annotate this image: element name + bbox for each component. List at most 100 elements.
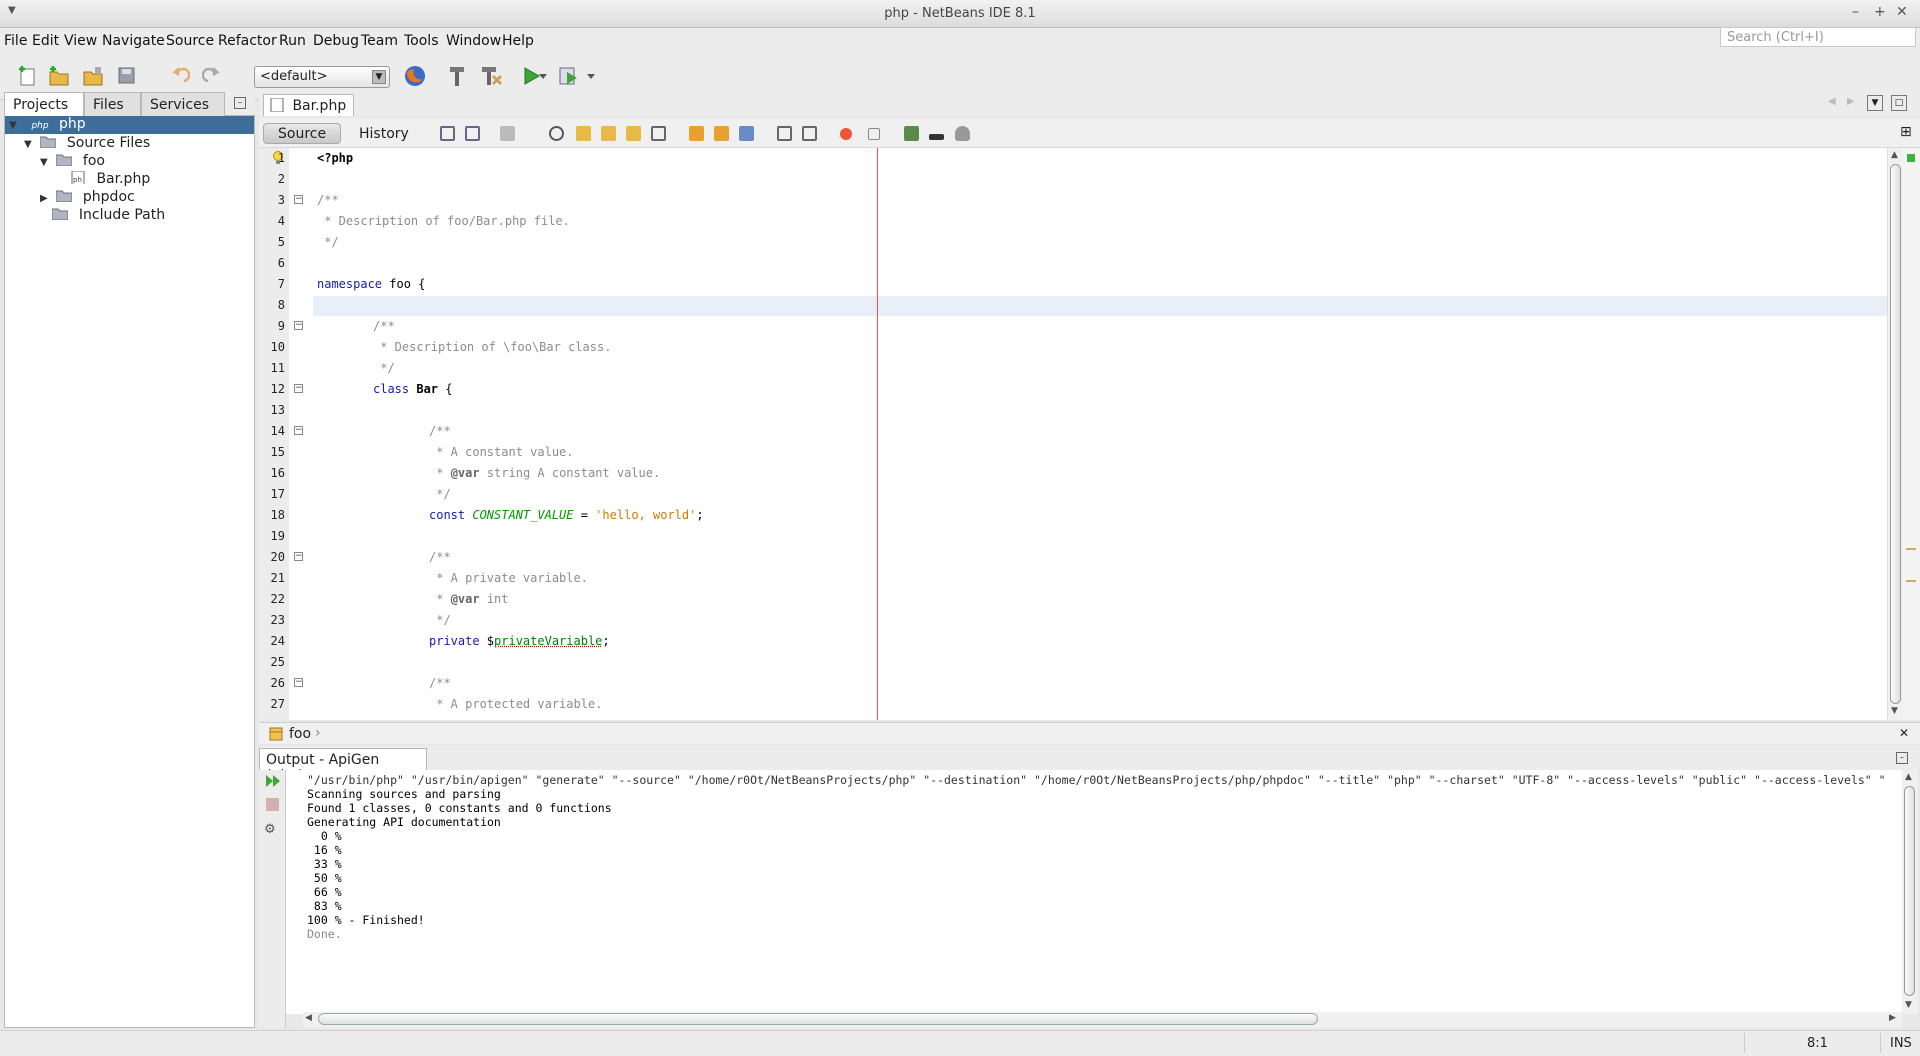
build-hammer-icon[interactable] bbox=[444, 62, 470, 90]
menu-edit[interactable]: Edit bbox=[32, 33, 59, 49]
clean-build-icon[interactable] bbox=[478, 62, 504, 90]
tree-item-bar-php[interactable]: ph Bar.php bbox=[70, 171, 150, 189]
database-icon[interactable] bbox=[955, 126, 970, 141]
minimize-panel-icon[interactable]: – bbox=[1896, 752, 1908, 764]
last-edit-icon[interactable] bbox=[440, 126, 455, 141]
stop-macro-icon[interactable] bbox=[868, 128, 880, 140]
minimize-panel-icon[interactable]: – bbox=[234, 97, 246, 109]
maximize-icon[interactable]: + bbox=[1874, 4, 1886, 20]
scroll-up-icon[interactable]: ▲ bbox=[1905, 772, 1912, 782]
comment-icon[interactable] bbox=[904, 126, 919, 141]
scroll-left-icon[interactable]: ◀ bbox=[305, 1013, 312, 1023]
collapsed-arrow-icon[interactable]: ▶ bbox=[40, 193, 52, 204]
previous-bookmark-icon[interactable] bbox=[689, 126, 704, 141]
tree-item-include-path[interactable]: Include Path bbox=[36, 207, 165, 225]
close-icon[interactable]: ✕ bbox=[1896, 4, 1908, 20]
redo-icon[interactable] bbox=[200, 62, 226, 90]
menu-source[interactable]: Source bbox=[166, 33, 214, 49]
menu-run[interactable]: Run bbox=[279, 33, 306, 49]
maximize-window-icon[interactable]: □ bbox=[1891, 95, 1907, 111]
menu-debug[interactable]: Debug bbox=[313, 33, 359, 49]
scroll-thumb[interactable] bbox=[1890, 164, 1901, 704]
find-icon[interactable] bbox=[549, 126, 564, 141]
menu-help[interactable]: Help bbox=[502, 33, 534, 49]
tab-files[interactable]: Files bbox=[84, 92, 141, 116]
line-number: 11 bbox=[270, 361, 285, 375]
history-view-button[interactable]: History bbox=[344, 123, 424, 144]
next-bookmark-icon[interactable] bbox=[714, 126, 729, 141]
menu-file[interactable]: File bbox=[4, 33, 27, 49]
warning-mark[interactable] bbox=[1906, 548, 1916, 550]
source-view-button[interactable]: Source bbox=[263, 123, 342, 144]
tree-item-php-project[interactable]: ▼ php php bbox=[5, 116, 254, 134]
menu-tools[interactable]: Tools bbox=[404, 33, 439, 49]
expanded-arrow-icon[interactable]: ▼ bbox=[9, 120, 21, 131]
menu-refactor[interactable]: Refactor bbox=[218, 33, 277, 49]
minimize-icon[interactable]: – bbox=[1852, 4, 1859, 20]
warning-mark[interactable] bbox=[1906, 580, 1916, 582]
run-dropdown-icon[interactable] bbox=[536, 62, 550, 90]
scroll-down-icon[interactable]: ▼ bbox=[1891, 706, 1898, 716]
new-file-icon[interactable] bbox=[14, 62, 40, 90]
tree-item-foo[interactable]: ▼ foo bbox=[40, 153, 105, 171]
close-breadcrumb-icon[interactable]: ✕ bbox=[1899, 726, 1909, 740]
scroll-thumb[interactable] bbox=[318, 1013, 1318, 1025]
toggle-highlight-icon[interactable] bbox=[651, 126, 666, 141]
browser-firefox-icon[interactable] bbox=[402, 62, 428, 90]
toggle-bookmark-icon[interactable] bbox=[739, 126, 754, 141]
record-macro-icon[interactable] bbox=[840, 128, 852, 140]
find-previous-icon[interactable] bbox=[576, 126, 591, 141]
line-number: 26 bbox=[270, 676, 285, 690]
uncomment-icon[interactable] bbox=[929, 134, 944, 140]
fold-toggle-icon[interactable]: − bbox=[294, 384, 303, 393]
find-selection-icon[interactable] bbox=[626, 126, 641, 141]
output-vertical-scrollbar[interactable]: ▲ ▼ bbox=[1902, 770, 1918, 1014]
fold-toggle-icon[interactable]: − bbox=[294, 426, 303, 435]
back-icon[interactable] bbox=[465, 126, 480, 141]
configuration-select[interactable]: <default> ▼ bbox=[254, 66, 390, 88]
error-stripe[interactable] bbox=[1903, 148, 1920, 720]
scroll-tabs-right-icon[interactable]: ▶ bbox=[1847, 96, 1855, 107]
rerun-icon[interactable] bbox=[265, 774, 281, 792]
settings-icon[interactable]: ⚙ bbox=[264, 822, 276, 837]
expanded-arrow-icon[interactable]: ▼ bbox=[24, 139, 36, 150]
find-next-icon[interactable] bbox=[601, 126, 616, 141]
scroll-up-icon[interactable]: ▲ bbox=[1891, 150, 1898, 160]
debug-dropdown-icon[interactable] bbox=[584, 62, 598, 90]
fold-toggle-icon[interactable]: − bbox=[294, 552, 303, 561]
tab-bar-php[interactable]: Bar.php ✕ bbox=[263, 94, 354, 129]
fold-toggle-icon[interactable]: − bbox=[294, 321, 303, 330]
scroll-down-icon[interactable]: ▼ bbox=[1905, 1000, 1912, 1010]
menu-team[interactable]: Team bbox=[361, 33, 398, 49]
menu-view[interactable]: View bbox=[64, 33, 97, 49]
debug-project-icon[interactable] bbox=[556, 62, 582, 90]
expanded-arrow-icon[interactable]: ▼ bbox=[40, 157, 52, 168]
menu-navigate[interactable]: Navigate bbox=[102, 33, 165, 49]
fold-toggle-icon[interactable]: − bbox=[294, 195, 303, 204]
tab-services[interactable]: Services bbox=[141, 92, 225, 116]
split-editor-icon[interactable]: ⊞ bbox=[1900, 124, 1912, 140]
tree-item-source-files[interactable]: ▼ Source Files bbox=[24, 135, 150, 153]
status-ok-icon bbox=[1907, 154, 1915, 162]
shift-left-icon[interactable] bbox=[777, 126, 792, 141]
tab-projects[interactable]: Projects ✕ bbox=[4, 92, 84, 128]
menu-window[interactable]: Window bbox=[446, 33, 501, 49]
tree-item-phpdoc[interactable]: ▶ phpdoc bbox=[40, 189, 135, 207]
scroll-right-icon[interactable]: ▶ bbox=[1889, 1013, 1896, 1023]
search-input[interactable]: Search (Ctrl+I) bbox=[1720, 27, 1916, 47]
scroll-tabs-left-icon[interactable]: ◀ bbox=[1828, 96, 1836, 107]
output-line: 16 % bbox=[307, 843, 342, 857]
breadcrumb-item[interactable]: foo bbox=[289, 726, 311, 742]
shift-right-icon[interactable] bbox=[802, 126, 817, 141]
stop-icon[interactable] bbox=[266, 798, 279, 811]
save-all-icon[interactable] bbox=[114, 62, 140, 90]
editor-vertical-scrollbar[interactable]: ▲ ▼ bbox=[1887, 148, 1903, 720]
tab-output-apigen[interactable]: Output - ApiGen (php) ✕ bbox=[259, 748, 427, 784]
undo-icon[interactable] bbox=[166, 62, 192, 90]
new-project-icon[interactable] bbox=[46, 62, 72, 90]
fold-toggle-icon[interactable]: − bbox=[294, 678, 303, 687]
scroll-thumb[interactable] bbox=[1904, 786, 1915, 996]
show-opened-documents-icon[interactable]: ▼ bbox=[1867, 95, 1883, 111]
open-project-icon[interactable] bbox=[80, 62, 106, 90]
forward-icon[interactable] bbox=[500, 126, 515, 141]
